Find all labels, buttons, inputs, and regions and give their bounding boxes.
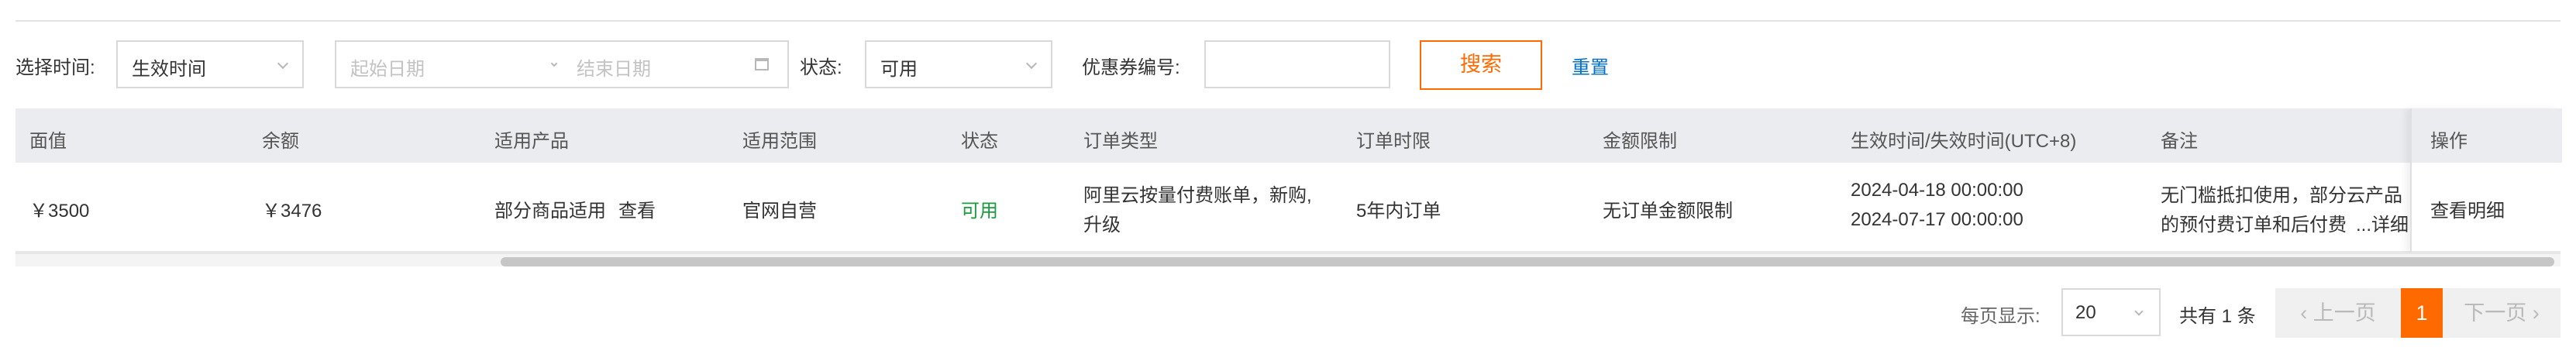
table-row: ￥3500 ￥3476 部分商品适用 查看 官网自营 可用 阿里云按量付费账单，… [15, 163, 2561, 253]
col-order-limit: 订单时限 [1356, 131, 1431, 152]
col-face-value: 面值 [29, 131, 67, 152]
chevron-right-icon: › [2526, 301, 2540, 325]
effective-time-cell: 2024-04-18 00:00:00 [1851, 180, 2023, 201]
product-cell: 部分商品适用 [494, 201, 606, 222]
coupon-no-label: 优惠券编号: [1082, 57, 1180, 78]
balance-cell: ￥3476 [262, 201, 322, 222]
chevron-down-icon [1025, 57, 1038, 70]
reset-link[interactable]: 重置 [1572, 52, 1609, 79]
view-products-link[interactable]: 查看 [618, 195, 656, 222]
top-divider [15, 20, 2561, 22]
remark-line1: 无门槛抵扣使用，部分云产品 [2161, 185, 2402, 206]
pagination: 每页显示: 20 共有 1 条 ‹ 上一页 1 下一页 › [1961, 287, 2561, 338]
search-button[interactable]: 搜索 [1420, 40, 1542, 90]
total-count: 共有 1 条 [2179, 306, 2256, 327]
page-size-value: 20 [2075, 302, 2096, 323]
page-size-label: 每页显示: [1961, 306, 2040, 327]
order-limit-cell: 5年内订单 [1356, 201, 1441, 222]
time-type-value: 生效时间 [132, 59, 206, 80]
col-product: 适用产品 [494, 131, 569, 152]
start-date-input[interactable]: 起始日期 [350, 53, 425, 81]
order-type-line2: 升级 [1083, 215, 1121, 236]
remark-detail-link[interactable]: ...详细 [2356, 209, 2409, 236]
col-balance: 余额 [262, 131, 299, 152]
status-select[interactable]: 可用 [865, 40, 1052, 88]
status-select-value: 可用 [880, 59, 918, 80]
col-effective-time: 生效时间/失效时间(UTC+8) [1851, 131, 2077, 152]
status-filter-label: 状态: [800, 57, 842, 78]
chevron-down-icon [550, 60, 558, 67]
face-value-cell: ￥3500 [29, 201, 90, 222]
page-1-button[interactable]: 1 [2401, 288, 2443, 338]
horizontal-scrollbar[interactable] [15, 253, 2561, 266]
chevron-down-icon [2134, 307, 2144, 316]
col-amount-limit: 金额限制 [1603, 131, 1677, 152]
date-range-picker[interactable]: 起始日期 结束日期 [335, 40, 789, 88]
amount-limit-cell: 无订单金额限制 [1603, 201, 1733, 222]
page-size-select[interactable]: 20 [2061, 288, 2161, 336]
chevron-down-icon [277, 57, 289, 70]
action-column: 操作 查看明细 [2410, 108, 2562, 253]
table-header: 面值 余额 适用产品 适用范围 状态 订单类型 订单时限 金额限制 生效时间/失… [15, 108, 2561, 163]
col-remark: 备注 [2161, 131, 2198, 152]
calendar-icon[interactable] [755, 58, 769, 70]
chevron-left-icon: ‹ [2300, 301, 2313, 325]
col-order-type: 订单类型 [1083, 131, 1158, 152]
scrollbar-thumb[interactable] [501, 257, 2554, 266]
col-action: 操作 [2430, 131, 2468, 152]
next-page-button[interactable]: 下一页 › [2443, 288, 2561, 338]
coupon-no-input[interactable] [1204, 40, 1390, 88]
prev-page-button[interactable]: ‹ 上一页 [2275, 288, 2401, 338]
filter-bar: 选择时间: 生效时间 起始日期 结束日期 状态: 可用 优惠券编号: 搜索 重置 [15, 39, 2561, 90]
end-date-input[interactable]: 结束日期 [577, 53, 651, 81]
time-filter-label: 选择时间: [15, 57, 95, 78]
remark-line2: 的预付费订单和后付费 [2161, 215, 2347, 236]
expire-time-cell: 2024-07-17 00:00:00 [1851, 209, 2023, 230]
order-type-line1: 阿里云按量付费账单，新购, [1083, 185, 1312, 206]
view-details-link[interactable]: 查看明细 [2430, 195, 2505, 222]
scope-cell: 官网自营 [742, 201, 817, 222]
col-scope: 适用范围 [742, 131, 817, 152]
col-status: 状态 [961, 131, 998, 152]
status-badge: 可用 [961, 201, 998, 222]
time-type-select[interactable]: 生效时间 [116, 40, 304, 88]
